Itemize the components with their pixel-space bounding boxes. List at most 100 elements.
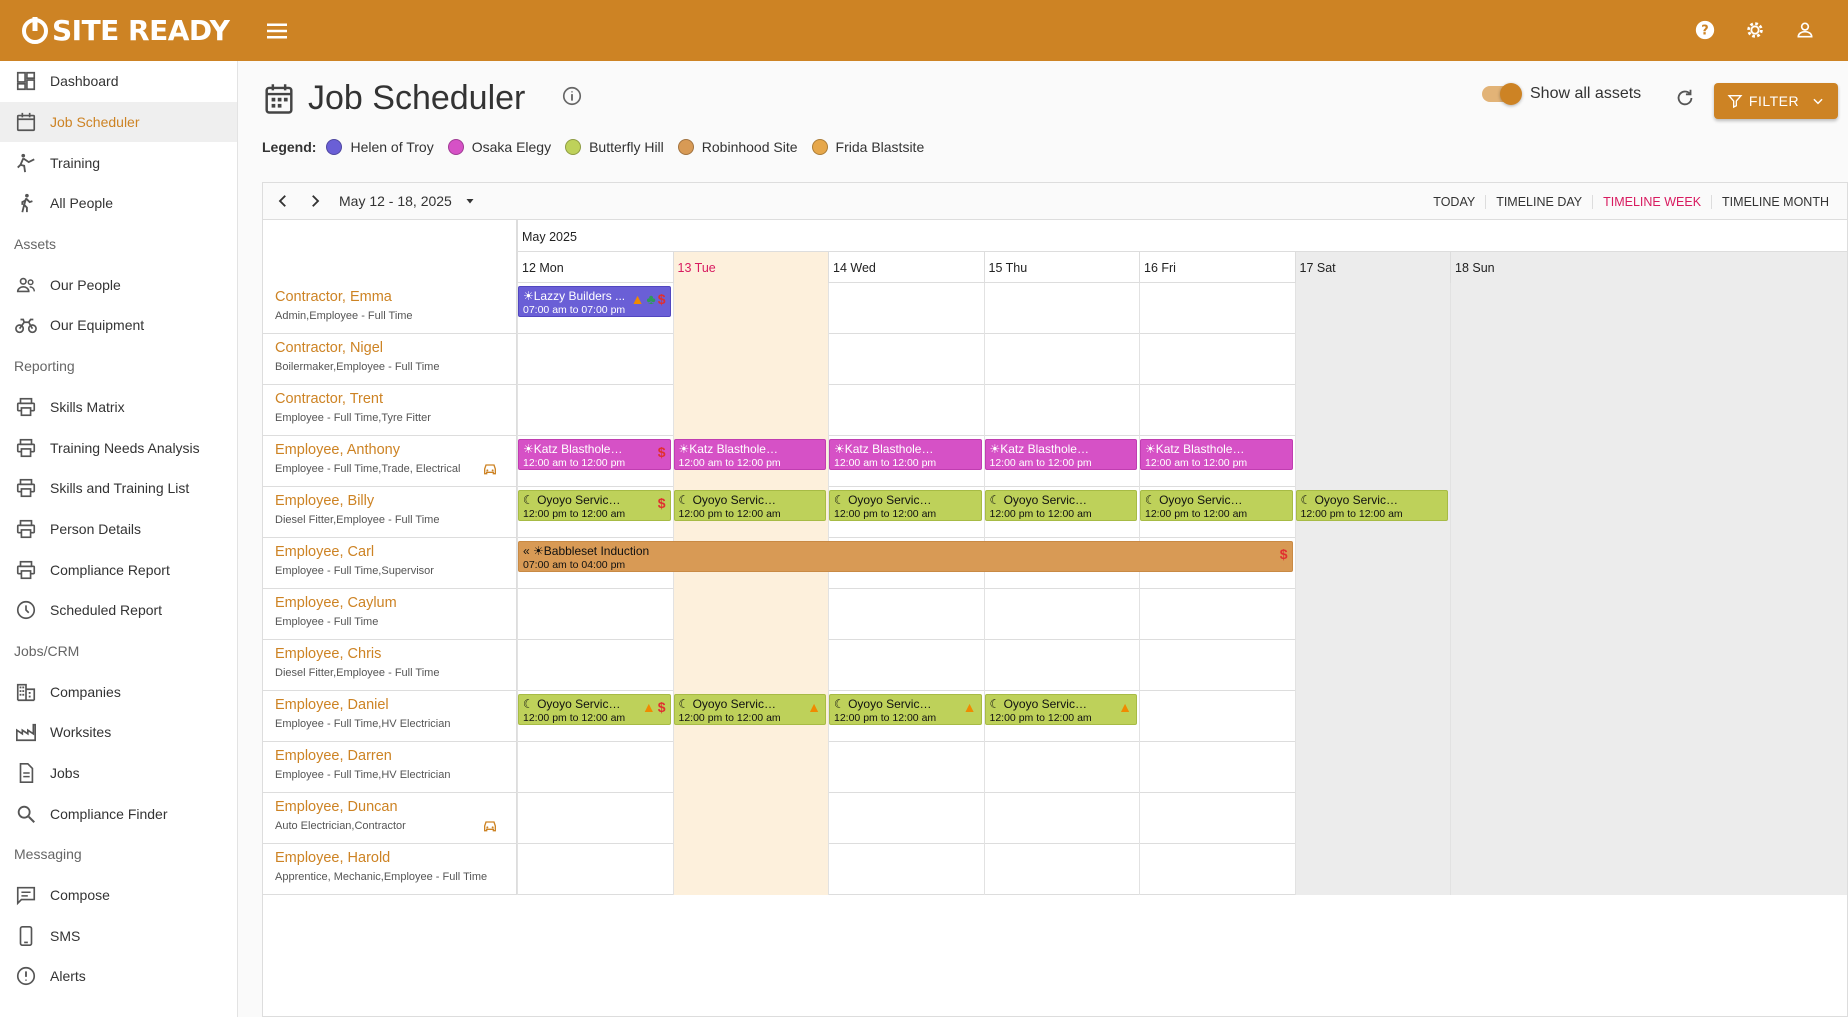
sidebar-item-scheduled-report[interactable]: Scheduled Report (0, 590, 237, 631)
schedule-cell[interactable] (1450, 487, 1847, 538)
prev-week-button[interactable] (267, 185, 299, 217)
schedule-cell[interactable] (1294, 334, 1450, 385)
menu-toggle-button[interactable] (262, 16, 292, 46)
account-button[interactable] (1790, 15, 1820, 45)
schedule-cell[interactable] (1450, 283, 1847, 334)
schedule-cell[interactable] (1139, 844, 1295, 895)
schedule-cell[interactable] (1450, 844, 1847, 895)
schedule-cell[interactable] (983, 385, 1140, 436)
schedule-cell[interactable] (828, 334, 984, 385)
schedule-cell[interactable] (828, 844, 984, 895)
schedule-cell[interactable] (1294, 640, 1450, 691)
schedule-cell[interactable] (1450, 538, 1847, 589)
event-block[interactable]: ☀Katz Blastholes 40 - 2... 12:00 am to 12… (518, 439, 671, 470)
schedule-cell[interactable] (672, 589, 828, 640)
next-week-button[interactable] (299, 185, 331, 217)
schedule-cell[interactable] (517, 793, 673, 844)
event-block[interactable]: ☀Lazzy Builders ... 07:00 am to 07:00 pm ▲… (518, 286, 671, 317)
schedule-cell[interactable] (1294, 385, 1450, 436)
sidebar-item-our-people[interactable]: Our People (0, 264, 237, 305)
event-block[interactable]: ☾ Oyoyo Services 30 - Nigh...12:00 pm to… (984, 490, 1137, 521)
view-timeline-day[interactable]: TIMELINE DAY (1485, 194, 1592, 209)
resource-name-link[interactable]: Employee, Anthony (275, 442, 504, 458)
resource-name-link[interactable]: Employee, Daniel (275, 697, 504, 713)
resource-name-link[interactable]: Contractor, Trent (275, 391, 504, 407)
schedule-cell[interactable] (983, 334, 1140, 385)
event-block[interactable]: ☀Katz Blastholes 40 - 202... 12:00 am to … (829, 439, 982, 470)
resource-name-link[interactable]: Employee, Chris (275, 646, 504, 662)
resource-name-link[interactable]: Employee, Duncan (275, 799, 504, 815)
schedule-cell[interactable] (1139, 589, 1295, 640)
resource-name-link[interactable]: Employee, Carl (275, 544, 504, 560)
event-block[interactable]: ☾ Oyoyo Services 30 - Ni... 12:00 pm to 1… (518, 490, 671, 521)
schedule-cell[interactable] (1294, 691, 1450, 742)
sidebar-item-sms[interactable]: SMS (0, 915, 237, 956)
schedule-cell[interactable] (1294, 283, 1450, 334)
sidebar-item-compose[interactable]: Compose (0, 875, 237, 916)
schedule-cell[interactable] (1450, 793, 1847, 844)
event-block[interactable]: « ☀Babbleset Induction 07:00 am to 04:00 … (518, 541, 1293, 572)
schedule-cell[interactable] (828, 742, 984, 793)
schedule-cell[interactable] (1450, 589, 1847, 640)
schedule-cell[interactable] (1139, 793, 1295, 844)
sidebar-item-alerts[interactable]: Alerts (0, 956, 237, 997)
sidebar-item-skills-matrix[interactable]: Skills Matrix (0, 387, 237, 428)
view-timeline-week[interactable]: TIMELINE WEEK (1592, 194, 1711, 209)
schedule-cell[interactable] (517, 589, 673, 640)
schedule-cell[interactable] (672, 640, 828, 691)
event-block[interactable]: ☾ Oyoyo Services 30 - Nigh...12:00 pm to… (1295, 490, 1448, 521)
schedule-cell[interactable] (517, 844, 673, 895)
sidebar-item-our-equipment[interactable]: Our Equipment (0, 305, 237, 346)
schedule-cell[interactable] (672, 742, 828, 793)
schedule-cell[interactable] (1139, 334, 1295, 385)
event-block[interactable]: ☾ Oyoyo Services 30 - N... 12:00 pm to 12… (829, 694, 982, 725)
toggle-switch[interactable] (1482, 83, 1522, 105)
resource-name-link[interactable]: Employee, Darren (275, 748, 504, 764)
sidebar-item-compliance-report[interactable]: Compliance Report (0, 549, 237, 590)
schedule-cell[interactable] (983, 589, 1140, 640)
schedule-cell[interactable] (1450, 691, 1847, 742)
schedule-cell[interactable] (983, 844, 1140, 895)
site-ready-logo[interactable]: SITE READY (20, 12, 230, 48)
event-block[interactable]: ☾ Oyoyo Services 30 - Nigh...12:00 pm to… (1140, 490, 1293, 521)
schedule-cell[interactable] (1139, 691, 1295, 742)
sidebar-item-companies[interactable]: Companies (0, 671, 237, 712)
schedule-cell[interactable] (517, 640, 673, 691)
schedule-cell[interactable] (672, 334, 828, 385)
schedule-cell[interactable] (1450, 334, 1847, 385)
schedule-cell[interactable] (672, 844, 828, 895)
event-block[interactable]: ☾ Oyoyo Services 30 - N... 12:00 pm to 12… (673, 694, 826, 725)
settings-button[interactable] (1740, 15, 1770, 45)
sidebar-item-training-needs-analysis[interactable]: Training Needs Analysis (0, 427, 237, 468)
resource-name-link[interactable]: Contractor, Emma (275, 289, 504, 305)
date-range-picker[interactable]: May 12 - 18, 2025 (339, 193, 476, 209)
refresh-button[interactable] (1674, 87, 1696, 114)
schedule-cell[interactable] (828, 589, 984, 640)
sidebar-item-skills-and-training-list[interactable]: Skills and Training List (0, 468, 237, 509)
resource-name-link[interactable]: Employee, Harold (275, 850, 504, 866)
event-block[interactable]: ☾ Oyoyo Services 30 - Nigh...12:00 pm to… (829, 490, 982, 521)
schedule-cell[interactable] (517, 742, 673, 793)
schedule-cell[interactable] (1294, 436, 1450, 487)
schedule-cell[interactable] (828, 385, 984, 436)
sidebar-item-person-details[interactable]: Person Details (0, 509, 237, 550)
filter-button[interactable]: FILTER (1714, 83, 1838, 119)
view-today[interactable]: TODAY (1423, 195, 1485, 209)
resource-name-link[interactable]: Employee, Billy (275, 493, 504, 509)
sidebar-item-jobs[interactable]: Jobs (0, 753, 237, 794)
sidebar-item-all-people[interactable]: All People (0, 183, 237, 224)
event-block[interactable]: ☀Katz Blastholes 40 - 202... 12:00 am to … (1140, 439, 1293, 470)
sidebar-item-worksites[interactable]: Worksites (0, 712, 237, 753)
schedule-cell[interactable] (1450, 742, 1847, 793)
schedule-cell[interactable] (983, 283, 1140, 334)
schedule-cell[interactable] (1294, 793, 1450, 844)
schedule-cell[interactable] (1450, 640, 1847, 691)
schedule-cell[interactable] (1294, 589, 1450, 640)
schedule-cell[interactable] (517, 334, 673, 385)
event-block[interactable]: ☀Katz Blastholes 40 - 202... 12:00 am to … (673, 439, 826, 470)
schedule-cell[interactable] (1450, 385, 1847, 436)
schedule-cell[interactable] (983, 742, 1140, 793)
schedule-cell[interactable] (672, 283, 828, 334)
event-block[interactable]: ☾ Oyoyo Services 30 - N... 12:00 pm to 12… (984, 694, 1137, 725)
event-block[interactable]: ☾ Oyoyo Services 30 - Nigh...12:00 pm to… (673, 490, 826, 521)
